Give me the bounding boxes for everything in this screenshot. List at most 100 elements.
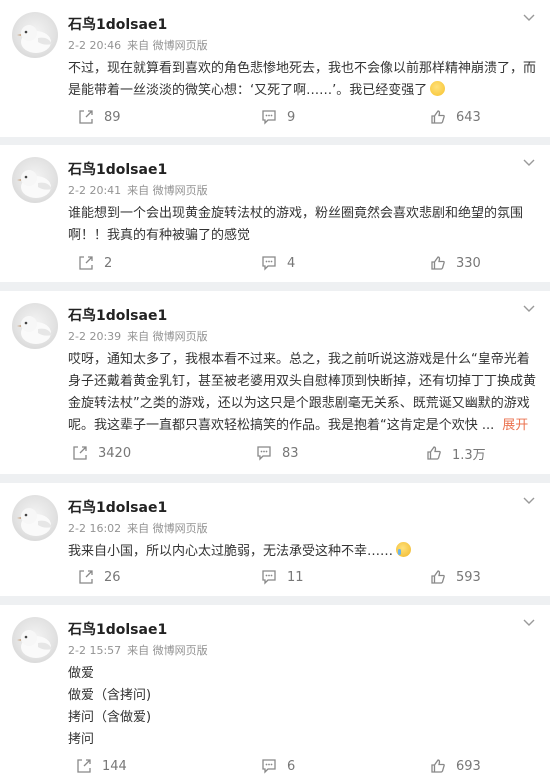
avatar[interactable] bbox=[12, 303, 58, 349]
like-button[interactable]: 1.3万 bbox=[426, 443, 486, 463]
thumbs-up-icon bbox=[431, 110, 445, 124]
post-text-line: 我来自小国，所以内心太过脆弱，无法承受这种不幸…… bbox=[68, 544, 394, 559]
post-time[interactable]: 2-2 15:57 bbox=[68, 644, 121, 657]
comment-icon bbox=[262, 256, 276, 271]
post-text-line: 拷问（含做爱) bbox=[68, 710, 152, 725]
pigeon-avatar-icon bbox=[17, 316, 52, 344]
post-text-line: 谁能想到一个会出现黄金旋转法杖的游戏，粉丝圈竟然会喜欢悲剧和绝望的氛围 bbox=[68, 206, 524, 221]
chevron-down-icon[interactable] bbox=[522, 615, 536, 629]
post-time[interactable]: 2-2 20:41 bbox=[68, 184, 121, 197]
repost-icon bbox=[79, 110, 93, 124]
comment-button[interactable]: 83 bbox=[256, 443, 299, 463]
username[interactable]: 石鸟1dolsae1 bbox=[68, 497, 167, 517]
comment-count: 9 bbox=[287, 109, 296, 125]
pigeon-avatar-icon bbox=[17, 508, 52, 536]
post-actions: 89 9 643 bbox=[0, 107, 550, 127]
post-meta: 2-2 15:57 来自 微博网页版 bbox=[68, 642, 208, 658]
like-button[interactable]: 593 bbox=[430, 567, 481, 587]
post-card: 石鸟1dolsae1 2-2 20:41 来自 微博网页版 谁能想到一个会出现黄金… bbox=[0, 145, 550, 282]
like-button[interactable]: 643 bbox=[430, 107, 481, 127]
repost-icon bbox=[79, 256, 93, 270]
comment-button[interactable]: 4 bbox=[261, 253, 295, 273]
post-source: 来自 微博网页版 bbox=[127, 39, 208, 52]
weibo-feed: 石鸟1dolsae1 2-2 20:46 来自 微博网页版 不过，现在就算看到喜欢… bbox=[0, 0, 550, 777]
comment-count: 4 bbox=[287, 255, 296, 271]
post-text-line: 做爱（含拷问) bbox=[68, 688, 152, 703]
repost-icon bbox=[79, 570, 93, 584]
chevron-down-icon[interactable] bbox=[522, 301, 536, 315]
avatar[interactable] bbox=[12, 157, 58, 203]
username[interactable]: 石鸟1dolsae1 bbox=[68, 305, 167, 325]
post-text-line: 呢。我这辈子一直都只喜欢轻松搞笑的作品。我是抱着“这肯定是个欢快 ... bbox=[68, 418, 495, 433]
thumbs-up-icon bbox=[431, 759, 445, 773]
thumbs-up-icon bbox=[431, 256, 445, 270]
thumbs-up-icon bbox=[431, 570, 445, 584]
post-text: 做爱 做爱（含拷问) 拷问（含做爱) 拷问 bbox=[68, 663, 536, 751]
like-count: 593 bbox=[456, 569, 481, 585]
comment-icon bbox=[257, 446, 271, 461]
post-text-line: 身子还戴着黄金乳钉，甚至被老婆用双头自慰棒顶到快断掉，还有切掉丁丁换成黄 bbox=[68, 374, 537, 389]
username[interactable]: 石鸟1dolsae1 bbox=[68, 619, 167, 639]
repost-count: 26 bbox=[104, 569, 121, 585]
repost-count: 89 bbox=[104, 109, 121, 125]
post-meta: 2-2 20:41 来自 微博网页版 bbox=[68, 182, 208, 198]
avatar[interactable] bbox=[12, 495, 58, 541]
post-meta: 2-2 20:46 来自 微博网页版 bbox=[68, 37, 208, 53]
post-text: 我来自小国，所以内心太过脆弱，无法承受这种不幸…… bbox=[68, 541, 536, 563]
post-card: 石鸟1dolsae1 2-2 15:57 来自 微博网页版 做爱 做爱（含拷问) … bbox=[0, 605, 550, 777]
like-count: 330 bbox=[456, 255, 481, 271]
post-text-line: 哎呀，通知太多了，我根本看不过来。总之，我之前听说这游戏是什么“皇帝光着 bbox=[68, 352, 530, 367]
like-count: 643 bbox=[456, 109, 481, 125]
repost-button[interactable]: 2 bbox=[78, 253, 112, 273]
post-time[interactable]: 2-2 20:39 bbox=[68, 330, 121, 343]
repost-icon bbox=[77, 759, 91, 773]
pigeon-avatar-icon bbox=[17, 630, 52, 658]
repost-button[interactable]: 144 bbox=[76, 756, 127, 776]
repost-button[interactable]: 89 bbox=[78, 107, 121, 127]
post-text-line: 不过，现在就算看到喜欢的角色悲惨地死去，我也不会像以前那样精神崩溃了，而 bbox=[68, 61, 537, 76]
like-button[interactable]: 330 bbox=[430, 253, 481, 273]
post-source: 来自 微博网页版 bbox=[127, 330, 208, 343]
post-actions: 26 11 593 bbox=[0, 567, 550, 587]
comment-icon bbox=[262, 759, 276, 774]
like-count: 693 bbox=[456, 758, 481, 774]
chevron-down-icon[interactable] bbox=[522, 10, 536, 24]
chevron-down-icon[interactable] bbox=[522, 493, 536, 507]
repost-count: 2 bbox=[104, 255, 113, 271]
post-card: 石鸟1dolsae1 2-2 20:46 来自 微博网页版 不过，现在就算看到喜欢… bbox=[0, 0, 550, 137]
repost-icon bbox=[73, 446, 87, 460]
repost-count: 144 bbox=[102, 758, 127, 774]
pigeon-avatar-icon bbox=[17, 170, 52, 198]
avatar[interactable] bbox=[12, 12, 58, 58]
post-text-line: 啊！！我真的有种被骗了的感觉 bbox=[68, 228, 251, 243]
post-text: 哎呀，通知太多了，我根本看不过来。总之，我之前听说这游戏是什么“皇帝光着 身子还… bbox=[68, 349, 536, 437]
avatar[interactable] bbox=[12, 617, 58, 663]
comment-icon bbox=[262, 110, 276, 125]
username[interactable]: 石鸟1dolsae1 bbox=[68, 159, 167, 179]
like-button[interactable]: 693 bbox=[430, 756, 481, 776]
post-text-line: 金旋转法杖”之类的游戏，还以为这只是个跟悲剧毫无关系、既荒诞又幽默的游戏 bbox=[68, 396, 530, 411]
smile-emoji-icon bbox=[430, 81, 446, 96]
post-source: 来自 微博网页版 bbox=[127, 644, 208, 657]
chevron-down-icon[interactable] bbox=[522, 155, 536, 169]
comment-button[interactable]: 9 bbox=[261, 107, 295, 127]
like-count: 1.3万 bbox=[452, 447, 486, 463]
post-time[interactable]: 2-2 20:46 bbox=[68, 39, 121, 52]
repost-count: 3420 bbox=[98, 445, 132, 461]
post-text-line: 做爱 bbox=[68, 666, 95, 681]
post-card: 石鸟1dolsae1 2-2 20:39 来自 微博网页版 哎呀，通知太多了，我根… bbox=[0, 291, 550, 474]
crying-emoji-icon bbox=[396, 542, 412, 557]
repost-button[interactable]: 26 bbox=[78, 567, 121, 587]
repost-button[interactable]: 3420 bbox=[72, 443, 131, 463]
post-meta: 2-2 20:39 来自 微博网页版 bbox=[68, 328, 208, 344]
comment-button[interactable]: 6 bbox=[261, 756, 295, 776]
post-time[interactable]: 2-2 16:02 bbox=[68, 522, 121, 535]
comment-button[interactable]: 11 bbox=[261, 567, 304, 587]
pigeon-avatar-icon bbox=[17, 25, 52, 53]
post-meta: 2-2 16:02 来自 微博网页版 bbox=[68, 520, 208, 536]
expand-link[interactable]: 展开 bbox=[502, 418, 528, 433]
post-text: 不过，现在就算看到喜欢的角色悲惨地死去，我也不会像以前那样精神崩溃了，而 是能带… bbox=[68, 58, 536, 102]
comment-count: 11 bbox=[287, 569, 304, 585]
username[interactable]: 石鸟1dolsae1 bbox=[68, 14, 167, 34]
comment-count: 6 bbox=[287, 758, 296, 774]
